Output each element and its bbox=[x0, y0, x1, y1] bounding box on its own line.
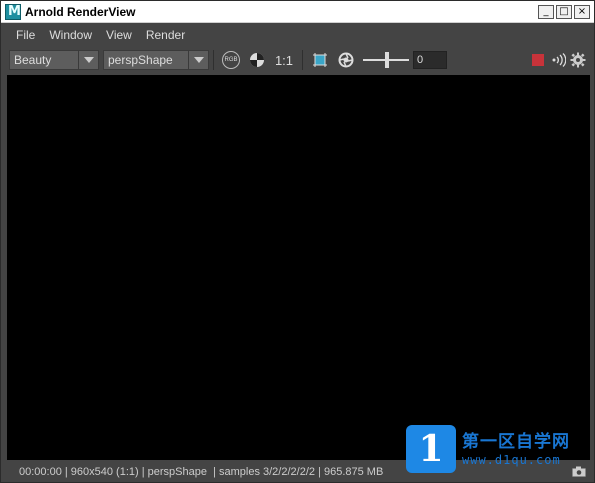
aov-dropdown[interactable]: Beauty bbox=[9, 50, 99, 70]
ipr-signal-icon[interactable] bbox=[550, 52, 566, 68]
crop-region-icon bbox=[313, 53, 327, 67]
aov-dropdown-value: Beauty bbox=[14, 53, 52, 67]
menu-window[interactable]: Window bbox=[42, 28, 99, 42]
menu-render[interactable]: Render bbox=[139, 28, 192, 42]
zoom-ratio-button[interactable]: 1:1 bbox=[273, 53, 295, 68]
camera-dropdown-value: perspShape bbox=[108, 53, 173, 67]
chevron-down-icon bbox=[188, 51, 208, 69]
render-viewport[interactable] bbox=[7, 75, 590, 460]
menu-bar: File Window View Render bbox=[1, 24, 594, 46]
close-button[interactable]: × bbox=[574, 4, 590, 19]
toolbar: Beauty perspShape RGB 1:1 0 bbox=[1, 47, 594, 73]
maximize-button[interactable]: □ bbox=[556, 4, 572, 19]
stop-render-icon[interactable] bbox=[532, 54, 544, 66]
arnold-renderview-window: Arnold RenderView _ □ × File Window View… bbox=[0, 0, 595, 483]
window-title: Arnold RenderView bbox=[25, 4, 136, 19]
chevron-down-icon bbox=[78, 51, 98, 69]
watermark-title: 第一区自学网 bbox=[462, 432, 570, 452]
render-status-text: 00:00:00 | 960x540 (1:1) | perspShape | … bbox=[19, 466, 384, 478]
settings-gear-icon[interactable] bbox=[570, 52, 586, 68]
exposure-slider[interactable] bbox=[363, 52, 409, 68]
title-bar[interactable]: Arnold RenderView _ □ × bbox=[1, 1, 594, 23]
watermark-logo: 1 bbox=[406, 425, 456, 473]
crop-region-button[interactable] bbox=[310, 50, 330, 70]
aperture-icon bbox=[338, 52, 354, 68]
site-watermark: 1 第一区自学网 www.d1qu.com bbox=[406, 423, 591, 475]
menu-view[interactable]: View bbox=[99, 28, 139, 42]
exposure-value-field[interactable]: 0 bbox=[413, 51, 447, 69]
toolbar-divider bbox=[302, 50, 303, 70]
toolbar-divider bbox=[213, 50, 214, 70]
minimize-button[interactable]: _ bbox=[538, 4, 554, 19]
rgb-channel-button[interactable]: RGB bbox=[221, 50, 241, 70]
exposure-button[interactable] bbox=[336, 50, 356, 70]
maya-app-icon bbox=[5, 3, 21, 20]
rgb-channel-icon: RGB bbox=[222, 51, 240, 69]
watermark-url: www.d1qu.com bbox=[462, 453, 561, 467]
exposure-slider-handle[interactable] bbox=[385, 52, 389, 68]
menu-file[interactable]: File bbox=[9, 28, 42, 42]
checker-icon bbox=[250, 53, 264, 67]
checker-background-button[interactable] bbox=[247, 50, 267, 70]
camera-dropdown[interactable]: perspShape bbox=[103, 50, 209, 70]
